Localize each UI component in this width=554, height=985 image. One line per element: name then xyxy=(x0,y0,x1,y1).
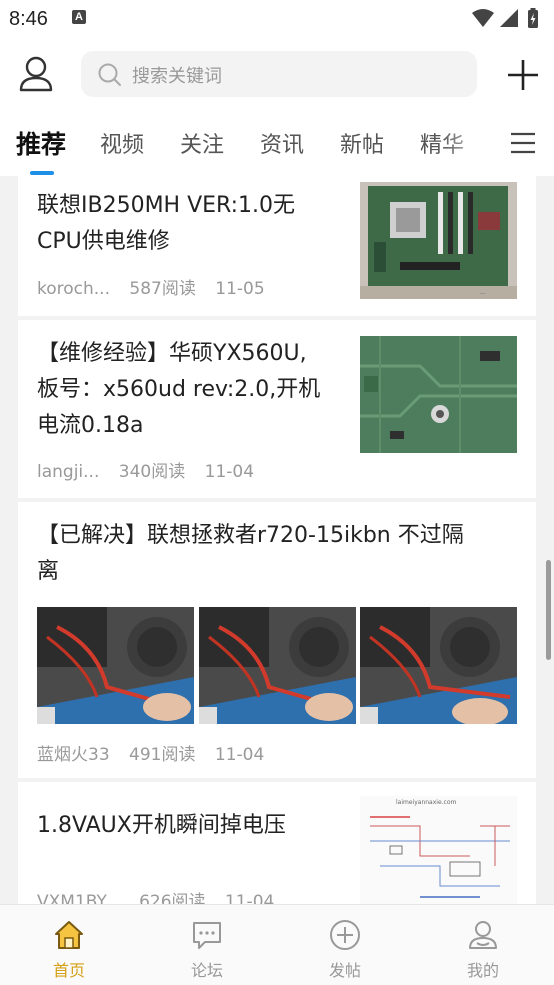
post-meta: langji... 340阅读 11-04 xyxy=(37,457,268,482)
post-views: 491阅读 xyxy=(129,745,196,765)
schematic-image xyxy=(370,816,510,898)
menu-icon xyxy=(511,132,535,154)
nav-post-label: 发帖 xyxy=(328,961,361,980)
post-feed: 联想IB250MH VER:1.0无 CPU供电维修 koroch... 587… xyxy=(18,176,536,904)
category-tabs: 推荐 视频 关注 资讯 新帖 精华 xyxy=(0,110,554,176)
tab-fade xyxy=(440,110,500,176)
scrollbar[interactable] xyxy=(546,560,551,660)
post-author: koroch... xyxy=(37,279,110,299)
top-bar: 搜索关键词 xyxy=(0,40,554,110)
status-bar: 8:46 A xyxy=(0,0,554,40)
user-icon xyxy=(19,56,53,92)
tab-menu-button[interactable] xyxy=(510,132,536,154)
post-author: VXM1BY... xyxy=(37,892,120,904)
multimeter-image xyxy=(199,607,356,724)
status-icons xyxy=(472,8,538,28)
search-placeholder: 搜索关键词 xyxy=(132,66,222,87)
nav-forum[interactable]: 论坛 xyxy=(138,905,276,985)
tab-follow[interactable]: 关注 xyxy=(180,127,224,159)
thumbnail-caption: laimeiyannaxie.com xyxy=(396,799,457,806)
active-tab-indicator xyxy=(30,171,54,175)
post-title: 【已解决】联想拯救者r720-15ikbn 不过隔 离 xyxy=(37,523,464,584)
post-title: 【维修经验】华硕YX560U, 板号：x560ud rev:2.0,开机 电流0… xyxy=(37,341,321,438)
nav-profile[interactable]: 我的 xyxy=(414,905,552,985)
post-author: 蓝烟火33 xyxy=(37,745,110,765)
post-image-3 xyxy=(360,607,517,724)
status-time: 8:46 xyxy=(9,8,48,30)
post-views: 587阅读 xyxy=(129,279,196,299)
post-card[interactable]: 1.8VAUX开机瞬间掉电压 VXM1BY... 626阅读 11-04 lai… xyxy=(18,782,536,904)
multimeter-image xyxy=(360,607,517,724)
nav-home[interactable]: 首页 xyxy=(0,905,138,985)
tab-recommend[interactable]: 推荐 xyxy=(16,125,66,161)
post-thumbnail: laimeiyannaxie.com xyxy=(360,796,517,904)
post-author: langji... xyxy=(37,462,100,482)
create-button[interactable] xyxy=(506,58,540,92)
post-meta: 蓝烟火33 491阅读 11-04 xyxy=(37,740,278,765)
plus-icon xyxy=(508,60,538,90)
search-icon xyxy=(98,63,121,86)
post-views: 626阅读 xyxy=(139,892,206,904)
svg-text:...: ... xyxy=(480,289,486,296)
nav-profile-label: 我的 xyxy=(466,961,499,980)
post-title: 1.8VAUX开机瞬间掉电压 xyxy=(37,813,286,838)
post-date: 11-04 xyxy=(224,892,275,904)
notification-a-icon: A xyxy=(72,10,86,24)
tab-news[interactable]: 资讯 xyxy=(260,127,304,159)
signal-icon xyxy=(500,9,518,27)
nav-post[interactable]: 发帖 xyxy=(276,905,414,985)
search-bar[interactable]: 搜索关键词 xyxy=(81,51,477,97)
nav-home-label: 首页 xyxy=(52,961,85,980)
wifi-icon xyxy=(472,9,494,27)
tab-new-posts[interactable]: 新帖 xyxy=(340,127,384,159)
post-card[interactable]: 【维修经验】华硕YX560U, 板号：x560ud rev:2.0,开机 电流0… xyxy=(18,320,536,498)
add-post-icon xyxy=(330,920,360,950)
post-image-2 xyxy=(199,607,356,724)
post-thumbnail xyxy=(360,336,517,453)
post-card[interactable]: 【已解决】联想拯救者r720-15ikbn 不过隔 离 蓝烟火33 491阅读 … xyxy=(18,502,536,778)
bottom-navigation: 首页 论坛 发帖 我的 xyxy=(0,904,554,985)
profile-icon xyxy=(469,921,497,949)
circuit-board-image xyxy=(360,336,517,453)
multimeter-image xyxy=(37,607,194,724)
post-meta: VXM1BY... 626阅读 11-04 xyxy=(37,887,288,904)
post-thumbnail: ... xyxy=(360,182,517,299)
post-title: 联想IB250MH VER:1.0无 CPU供电维修 xyxy=(37,193,296,254)
post-date: 11-04 xyxy=(204,462,255,482)
motherboard-image: ... xyxy=(360,182,517,299)
post-views: 340阅读 xyxy=(118,462,186,482)
nav-forum-label: 论坛 xyxy=(190,961,223,980)
post-date: 11-04 xyxy=(214,745,265,765)
tab-video[interactable]: 视频 xyxy=(100,127,144,159)
post-card[interactable]: 联想IB250MH VER:1.0无 CPU供电维修 koroch... 587… xyxy=(18,176,536,316)
post-image-1 xyxy=(37,607,194,724)
post-date: 11-05 xyxy=(215,279,265,299)
post-meta: koroch... 587阅读 11-05 xyxy=(37,274,279,299)
forum-icon xyxy=(193,922,221,949)
user-button[interactable] xyxy=(16,54,56,94)
home-icon xyxy=(55,921,83,949)
